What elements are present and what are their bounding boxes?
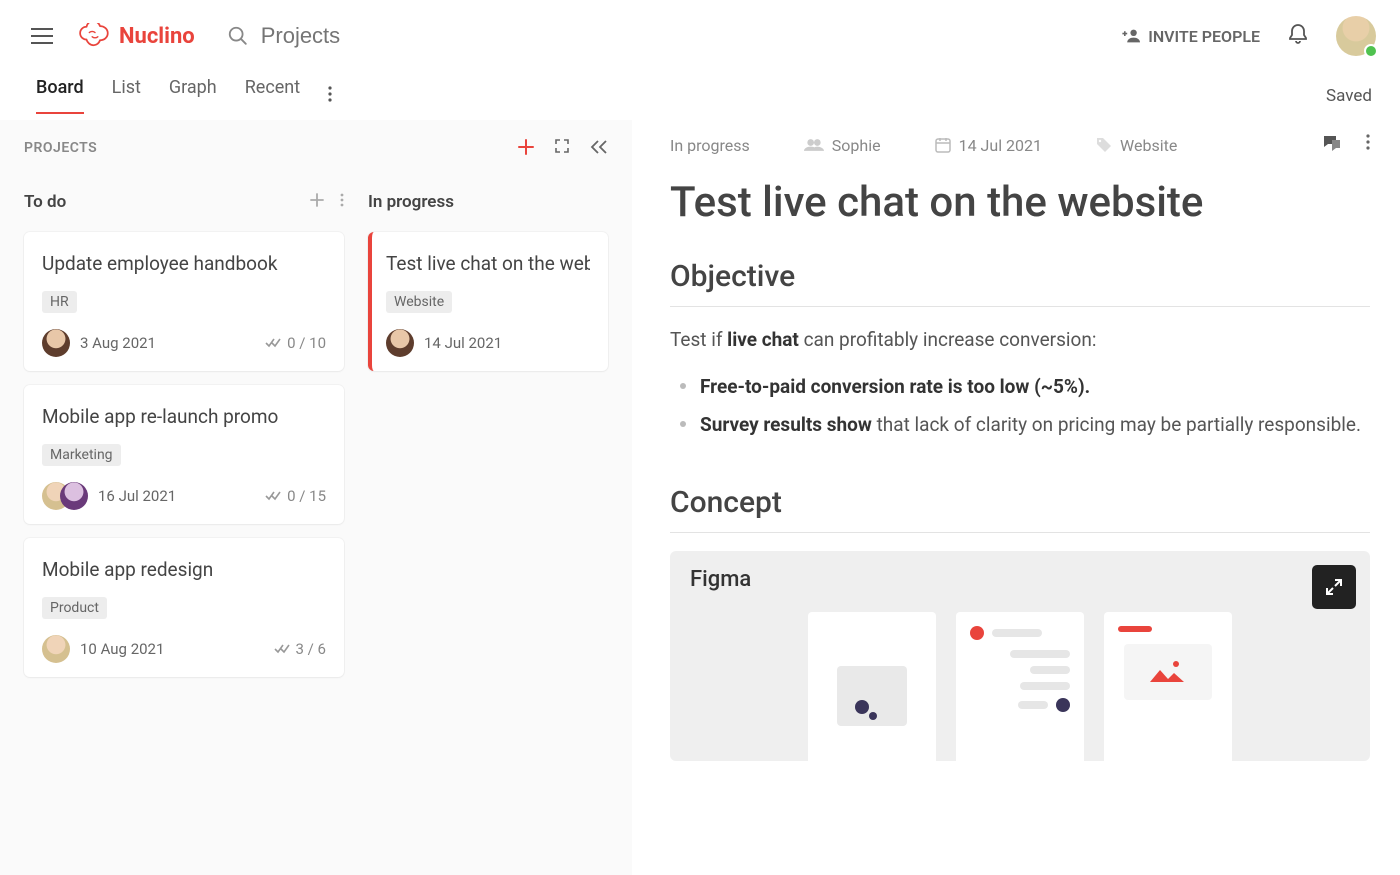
view-tab-board[interactable]: Board [36, 77, 84, 114]
card-title: Test live chat on the web [386, 252, 590, 275]
double-chevron-left-icon [590, 140, 608, 154]
bell-icon [1288, 23, 1308, 45]
card-progress: 0 / 15 [287, 487, 326, 505]
board-column-todo: To do Update employee handbook HR [24, 192, 344, 691]
expand-icon [554, 138, 570, 154]
card-progress: 0 / 10 [287, 334, 326, 352]
assignee-avatar [386, 329, 414, 357]
notifications-button[interactable] [1288, 23, 1308, 49]
view-tab-graph[interactable]: Graph [169, 77, 217, 114]
brand-logo[interactable]: Nuclino [78, 23, 195, 49]
card-tag: Marketing [42, 444, 121, 466]
section-heading-concept: Concept [670, 485, 1370, 520]
view-more-button[interactable] [328, 86, 332, 106]
hamburger-menu[interactable] [24, 18, 60, 54]
list-item: Free-to-paid conversion rate is too low … [670, 372, 1370, 401]
board-title: PROJECTS [24, 140, 97, 156]
brain-icon [78, 23, 112, 49]
mockup-frame [808, 612, 936, 761]
checklist-icon [265, 490, 281, 502]
card-tag: HR [42, 291, 77, 313]
divider [670, 532, 1370, 533]
meta-tag[interactable]: Website [1096, 136, 1177, 155]
calendar-icon [935, 137, 951, 153]
mockup-frame [956, 612, 1084, 761]
save-status: Saved [1326, 86, 1376, 106]
brand-name: Nuclino [119, 24, 195, 49]
page-title: Test live chat on the website [670, 178, 1370, 227]
search-icon[interactable] [227, 25, 249, 47]
embed-title: Figma [690, 567, 1350, 592]
collapse-sidebar-button[interactable] [590, 139, 608, 158]
mockup-frame [1104, 612, 1232, 761]
board-column-inprogress: In progress Test live chat on the web We… [368, 192, 608, 691]
expand-icon [1325, 578, 1343, 596]
board-card[interactable]: Test live chat on the web Website 14 Jul… [368, 232, 608, 371]
add-button[interactable] [518, 136, 534, 160]
detail-more-button[interactable] [1366, 134, 1370, 156]
card-title: Update employee handbook [42, 252, 326, 275]
checklist-icon [274, 643, 290, 655]
assignee-avatar [60, 482, 88, 510]
card-date: 3 Aug 2021 [80, 334, 156, 352]
card-date: 14 Jul 2021 [424, 334, 502, 352]
card-date: 16 Jul 2021 [98, 487, 176, 505]
person-add-icon [1122, 28, 1142, 44]
column-more-button[interactable] [340, 192, 344, 212]
people-icon [804, 138, 824, 152]
plus-icon [518, 139, 534, 155]
user-avatar[interactable] [1336, 16, 1376, 56]
card-progress: 3 / 6 [296, 640, 327, 658]
expand-board-button[interactable] [554, 138, 570, 158]
assignee-avatar [42, 635, 70, 663]
figma-embed[interactable]: Figma [670, 551, 1370, 761]
section-heading-objective: Objective [670, 259, 1370, 294]
search-input[interactable] [261, 23, 661, 49]
board-card[interactable]: Mobile app re-launch promo Marketing 16 … [24, 385, 344, 524]
card-date: 10 Aug 2021 [80, 640, 164, 658]
more-vertical-icon [340, 193, 344, 207]
more-vertical-icon [1366, 134, 1370, 150]
divider [670, 306, 1370, 307]
card-title: Mobile app re-launch promo [42, 405, 326, 428]
checklist-icon [265, 337, 281, 349]
expand-embed-button[interactable] [1312, 565, 1356, 609]
card-title: Mobile app redesign [42, 558, 326, 581]
card-tag: Website [386, 291, 452, 313]
objective-intro: Test if live chat can profitably increas… [670, 325, 1370, 354]
column-add-button[interactable] [310, 192, 324, 212]
board-card[interactable]: Update employee handbook HR 3 Aug 2021 0… [24, 232, 344, 371]
list-item: Survey results show that lack of clarity… [670, 410, 1370, 439]
column-title: In progress [368, 192, 454, 212]
column-title: To do [24, 192, 66, 212]
meta-status[interactable]: In progress [670, 136, 750, 155]
objective-bullets: Free-to-paid conversion rate is too low … [670, 372, 1370, 439]
board-card[interactable]: Mobile app redesign Product 10 Aug 2021 … [24, 538, 344, 677]
comments-icon [1322, 134, 1342, 152]
view-tab-recent[interactable]: Recent [245, 77, 300, 114]
image-icon [1148, 658, 1188, 686]
figma-mockups [690, 612, 1350, 761]
card-tag: Product [42, 597, 107, 619]
view-tab-list[interactable]: List [112, 77, 141, 114]
assignee-avatar [42, 329, 70, 357]
plus-icon [310, 193, 324, 207]
invite-people-button[interactable]: INVITE PEOPLE [1122, 27, 1260, 46]
tag-icon [1096, 137, 1112, 153]
meta-date[interactable]: 14 Jul 2021 [935, 136, 1042, 155]
meta-assignee[interactable]: Sophie [804, 136, 881, 155]
comments-button[interactable] [1322, 134, 1342, 156]
